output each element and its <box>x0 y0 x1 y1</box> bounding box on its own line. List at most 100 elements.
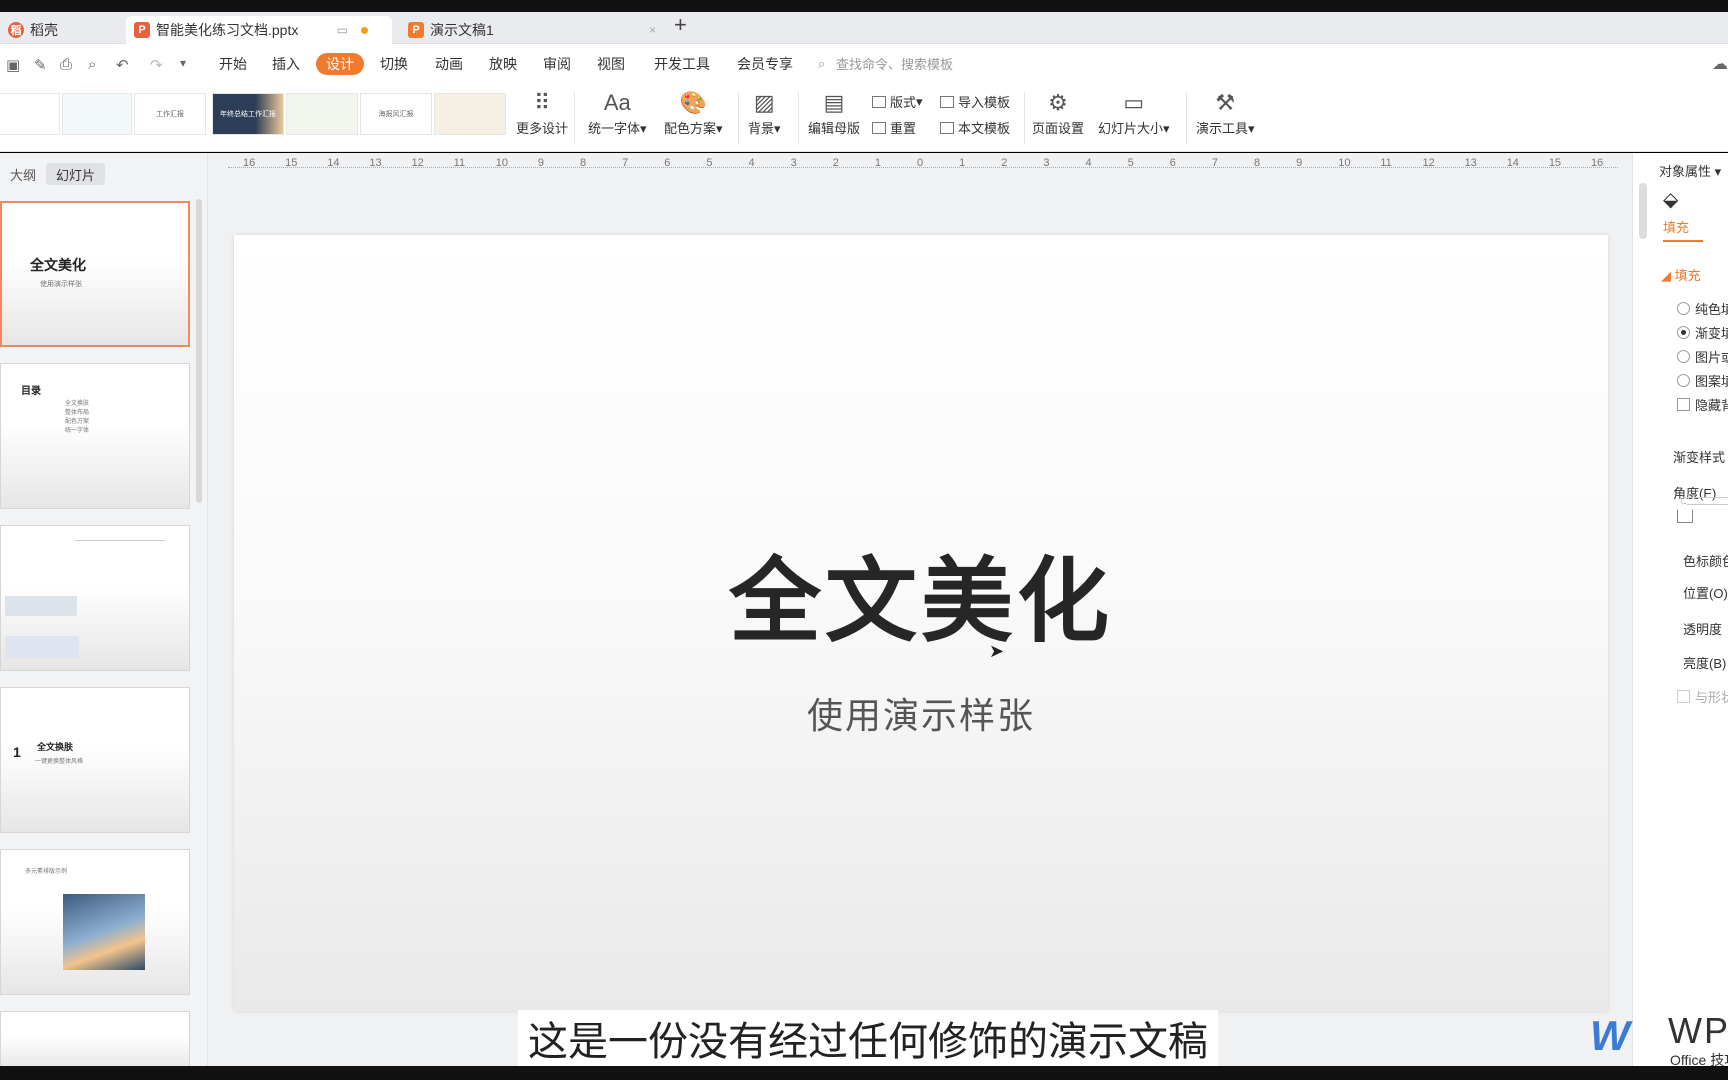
tab-presentation1[interactable]: P 演示文稿1 × <box>400 16 666 44</box>
print-preview-icon[interactable]: ⌕ <box>88 56 96 73</box>
slide-thumbnail-4[interactable]: 1 全文换肤 一键更换整体风格 <box>0 687 190 833</box>
menu-design[interactable]: 设计 <box>316 53 364 75</box>
format-painter-icon[interactable]: ✎ <box>34 56 47 74</box>
edit-master-button[interactable]: ▤ 编辑母版 <box>808 88 860 137</box>
checkbox-icon <box>1677 690 1690 703</box>
ruler-tick-label: 0 <box>917 157 924 169</box>
tab-label: 智能美化练习文档.pptx <box>156 22 299 38</box>
ruler-tick-label: 4 <box>1085 157 1092 169</box>
panel-header[interactable]: 对象属性 ▾ <box>1659 161 1721 180</box>
theme-thumbnail[interactable] <box>434 93 506 135</box>
cloud-icon[interactable]: ☁ <box>1712 54 1728 74</box>
button-label: 更多设计 <box>516 121 569 136</box>
ruler-tick-label: 6 <box>664 157 671 169</box>
menu-slideshow[interactable]: 放映 <box>489 53 517 75</box>
label-text: 重置 <box>890 121 917 136</box>
slide-subtitle[interactable]: 使用演示样张 <box>234 687 1608 739</box>
template-icon <box>940 121 954 134</box>
theme-thumbnail[interactable]: 工作汇报 <box>134 93 206 135</box>
button-label: 编辑母版 <box>808 121 861 136</box>
panel-scrollbar[interactable] <box>196 199 202 503</box>
slide-thumbnail-3[interactable] <box>0 525 190 671</box>
more-design-button[interactable]: ⠿ 更多设计 <box>516 88 568 137</box>
slide-thumbnail-2[interactable]: 目录 全文换肤 整体布局 配色方案 统一字体 <box>0 363 190 509</box>
menu-insert[interactable]: 插入 <box>272 53 300 75</box>
ruler-tick-label: 9 <box>537 157 545 169</box>
tab-label: 演示文稿1 <box>430 22 494 38</box>
solid-fill-option[interactable]: 纯色填充 <box>1677 299 1728 318</box>
radio-icon <box>1677 302 1690 315</box>
slide-size-button[interactable]: ▭ 幻灯片大小▾ <box>1098 88 1170 137</box>
monitor-icon[interactable]: ▭ <box>337 23 348 37</box>
menu-home[interactable]: 开始 <box>219 53 247 75</box>
tab-outline[interactable]: 大纲 <box>0 163 46 185</box>
tab-pptx-active[interactable]: P 智能美化练习文档.pptx ▭ <box>126 16 392 44</box>
tab-fill[interactable]: 填充 <box>1663 217 1703 242</box>
ruler-tick-label: 2 <box>1001 157 1008 169</box>
customize-chevron-icon[interactable]: ▾ <box>180 56 186 70</box>
theme-thumbnail[interactable]: 海报风汇报 <box>360 93 432 135</box>
fill-bucket-icon[interactable]: ⬙ <box>1663 187 1678 212</box>
rotate-with-shape-checkbox[interactable]: 与形状一起旋转 <box>1677 687 1728 706</box>
theme-thumbnail[interactable] <box>286 93 358 135</box>
hide-background-checkbox[interactable]: 隐藏背景图形 <box>1677 395 1728 414</box>
tab-docer[interactable]: 稻 稻壳 <box>0 16 120 44</box>
ruler-tick-label: 14 <box>327 157 340 169</box>
theme-thumb-label: 海报风汇报 <box>378 111 414 118</box>
print-icon[interactable]: ⎙ <box>60 56 72 73</box>
current-slide[interactable]: 全文美化 使用演示样张 ➤ <box>234 235 1608 1011</box>
ruler-tick-label: 8 <box>1253 157 1261 169</box>
slide-title[interactable]: 全文美化 <box>234 527 1608 660</box>
theme-thumbnail[interactable]: 年终总结工作汇报 <box>212 93 284 135</box>
thumb-image <box>5 596 77 616</box>
theme-thumbnail[interactable] <box>0 93 60 135</box>
close-icon[interactable]: × <box>649 23 656 37</box>
ruler-tick-label: 4 <box>748 157 755 169</box>
picture-fill-option[interactable]: 图片或纹理填充 <box>1677 347 1728 366</box>
save-icon[interactable]: ▣ <box>6 56 20 74</box>
ruler-tick-label: 15 <box>285 157 298 169</box>
theme-thumbnail[interactable] <box>62 93 132 135</box>
slide-thumbnail-5[interactable]: 多元素排版示例 <box>0 849 190 995</box>
slide-thumbnail-1[interactable]: 全文美化 使用演示样张 <box>0 201 190 347</box>
gradient-stop-handle[interactable] <box>1677 503 1693 523</box>
ruler-tick-label: 15 <box>1548 157 1562 169</box>
slide-thumbnail-6[interactable] <box>0 1011 190 1071</box>
fill-section-header[interactable]: ◢ 填充 <box>1661 265 1701 284</box>
page-setup-button[interactable]: ⚙ 页面设置 <box>1032 88 1084 137</box>
undo-icon[interactable]: ↶ <box>116 56 129 74</box>
top-black-bar <box>0 0 1728 12</box>
menu-transition[interactable]: 切换 <box>380 53 408 75</box>
horizontal-ruler[interactable]: 16 15 14 13 12 11 10 9 8 7 6 5 4 3 2 1 0 1 2 3 4 5 6 7 8 9 10 11 12 1… <box>228 157 1618 179</box>
menu-animation[interactable]: 动画 <box>435 53 463 75</box>
presentation-tools-icon: ⚒ <box>1215 90 1236 115</box>
import-template-button[interactable]: 导入模板 <box>940 92 1010 111</box>
menu-member[interactable]: 会员专享 <box>737 53 793 75</box>
layout-button[interactable]: 版式 ▾ <box>872 92 923 111</box>
reset-button[interactable]: 重置 <box>872 118 916 137</box>
gradient-fill-option[interactable]: 渐变填充 <box>1677 323 1728 342</box>
label-text: 背景 <box>748 121 775 136</box>
body-template-button[interactable]: 本文模板 <box>940 118 1010 137</box>
ruler-tick-label: 1 <box>874 157 881 169</box>
thumb-title: 目录 <box>21 386 41 397</box>
button-label: 演示工具▾ <box>1196 121 1255 136</box>
wps-presentation-window: 稻 稻壳 P 智能美化练习文档.pptx ▭ P 演示文稿1 × + ▣ ✎ ⎙… <box>0 0 1728 1080</box>
new-tab-plus-icon[interactable]: + <box>674 12 687 38</box>
gradient-stop-slider[interactable] <box>1681 497 1728 505</box>
color-scheme-button[interactable]: 🎨 配色方案▾ <box>664 88 723 137</box>
panel-scrollbar[interactable] <box>1639 183 1647 239</box>
menu-developer[interactable]: 开发工具 <box>654 53 710 75</box>
pattern-fill-option[interactable]: 图案填充 <box>1677 371 1728 390</box>
background-button[interactable]: ▨ 背景▾ <box>748 88 781 137</box>
menu-view[interactable]: 视图 <box>597 53 625 75</box>
menu-review[interactable]: 审阅 <box>543 53 571 75</box>
presentation-tools-button[interactable]: ⚒ 演示工具▾ <box>1196 88 1255 137</box>
thumb-list-item: 统一字体 <box>65 428 90 434</box>
redo-icon[interactable]: ↷ <box>150 56 163 74</box>
option-label: 与形状一起旋转 <box>1695 690 1728 705</box>
search-command-input[interactable]: 查找命令、搜索模板 <box>836 54 953 73</box>
slide-editing-canvas: 16 15 14 13 12 11 10 9 8 7 6 5 4 3 2 1 0 1 2 3 4 5 6 7 8 9 10 11 12 1… <box>208 153 1632 1066</box>
unify-font-button[interactable]: Aa 统一字体▾ <box>588 88 647 137</box>
tab-slides[interactable]: 幻灯片 <box>46 163 106 185</box>
